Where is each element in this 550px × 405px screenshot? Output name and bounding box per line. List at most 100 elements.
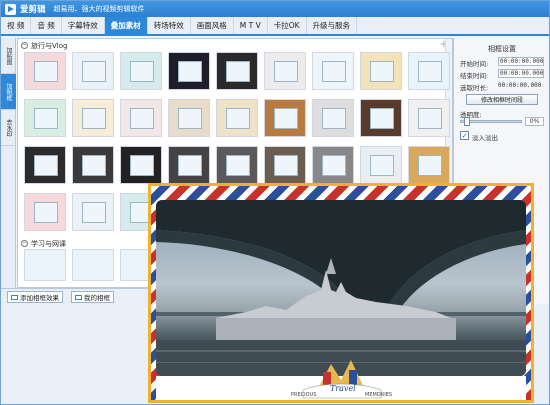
fade-checkbox[interactable]: ✓ (460, 131, 469, 140)
modify-frame-time-button[interactable]: 修改相框时间段 (466, 94, 538, 105)
frame-thumbnail[interactable] (408, 146, 450, 184)
thumbnail-window (34, 202, 58, 223)
thumbnail-window (82, 155, 106, 176)
my-frames-button[interactable]: 我的相框 (71, 291, 114, 303)
frame-thumbnail[interactable] (216, 52, 258, 90)
menu-transitions[interactable]: 转场特效 (148, 17, 191, 34)
start-time-label: 开始时间: (460, 60, 489, 68)
thumbnail-window (418, 61, 442, 82)
thumbnail-window (226, 155, 250, 176)
frame-thumbnail[interactable] (24, 52, 66, 90)
app-logo-icon (5, 3, 16, 15)
title-bar: 爱剪辑 超易用、强大的视频剪辑软件 (1, 1, 549, 17)
frame-thumbnail[interactable] (264, 146, 306, 184)
frame-thumbnail[interactable] (312, 99, 354, 137)
frame-thumbnail[interactable] (120, 52, 162, 90)
frame-thumbnail[interactable] (168, 99, 210, 137)
side-tabs: 加贴图 加相框 去水印 (1, 38, 16, 288)
panel-title: 相框设置 (488, 45, 516, 53)
thumbnail-window (322, 155, 346, 176)
frame-thumbnail[interactable] (360, 99, 402, 137)
thumbnail-window (322, 108, 346, 129)
my-frames-label: 我的相框 (84, 294, 110, 302)
thumbnail-window (82, 108, 106, 129)
add-frame-icon (11, 294, 18, 300)
menu-karaoke[interactable]: 卡拉OK (268, 17, 307, 34)
my-frames-icon (75, 294, 82, 300)
group-title-travel-label: 旅行与Vlog (31, 41, 68, 50)
thumbnail-window (226, 108, 250, 129)
frame-thumbnail[interactable] (216, 146, 258, 184)
main-menu-bar: 视 频 音 频 字幕特效 叠加素材 转场特效 画面风格 M T V 卡拉OK 升… (1, 17, 549, 36)
frame-thumbnail[interactable] (408, 52, 450, 90)
frame-thumbnail[interactable] (168, 52, 210, 90)
sidetab-add-sticker[interactable]: 加贴图 (1, 38, 16, 74)
thumbnail-window (274, 108, 298, 129)
thumbnail-window (370, 61, 394, 82)
menu-video[interactable]: 视 频 (1, 17, 32, 34)
sidetab-add-frame[interactable]: 加相框 (1, 74, 16, 110)
thumbnail-window (82, 202, 106, 223)
sidetab-remove-watermark[interactable]: 去水印 (1, 110, 16, 146)
frame-thumbnail[interactable] (312, 52, 354, 90)
collapse-icon[interactable]: − (21, 240, 28, 247)
end-time-label: 结束时间: (460, 72, 489, 80)
thumbnail-window (322, 61, 346, 82)
thumbnail-window (274, 61, 298, 82)
duration-value: 00:00:00.000 (498, 82, 542, 89)
app-name: 爱剪辑 (20, 5, 46, 15)
thumbnail-window (178, 155, 202, 176)
frame-thumbnail[interactable] (264, 99, 306, 137)
frame-thumbnail[interactable] (264, 52, 306, 90)
add-frame-effect-label: 添加相框效果 (20, 294, 59, 302)
thumbnail-window (82, 61, 106, 82)
group-title-travel: − 旅行与Vlog (21, 40, 67, 51)
thumbnail-window (226, 61, 250, 82)
thumbnail-window (34, 61, 58, 82)
stamp-script: Travel (330, 384, 356, 393)
group-title-study: − 学习与网课 (21, 238, 66, 249)
frame-preview: PRECIOUS Travel MEMORIES (148, 183, 534, 403)
menu-subtitle-effects[interactable]: 字幕特效 (62, 17, 105, 34)
collapse-icon[interactable]: − (21, 42, 28, 49)
end-time-input[interactable]: 00:00:00.000 (498, 69, 544, 78)
frame-thumbnail[interactable] (24, 249, 66, 281)
preview-photo (156, 200, 526, 376)
frame-thumbnail[interactable] (120, 99, 162, 137)
menu-audio[interactable]: 音 频 (31, 17, 62, 34)
menu-picture-style[interactable]: 画面风格 (191, 17, 234, 34)
menu-overlay-materials[interactable]: 叠加素材 (104, 17, 148, 34)
frame-thumbnail[interactable] (72, 99, 114, 137)
frame-thumbnail[interactable] (72, 146, 114, 184)
add-frame-effect-button[interactable]: 添加相框效果 (7, 291, 63, 303)
frame-thumbnail[interactable] (168, 146, 210, 184)
opacity-slider-thumb[interactable] (464, 117, 470, 126)
thumbnail-window (418, 155, 442, 176)
duration-label: 选取时长: (460, 84, 489, 92)
frame-thumbnail[interactable] (24, 146, 66, 184)
frame-thumbnail[interactable] (72, 193, 114, 231)
frame-thumbnail[interactable] (72, 52, 114, 90)
frame-thumbnail[interactable] (24, 193, 66, 231)
stamp-text-left: PRECIOUS (291, 392, 317, 398)
frame-thumbnail[interactable] (408, 99, 450, 137)
frame-thumbnail[interactable] (24, 99, 66, 137)
opacity-value-input[interactable]: 0% (525, 117, 544, 126)
menu-mtv[interactable]: M T V (234, 17, 268, 34)
group-title-study-label: 学习与网课 (31, 239, 66, 248)
frame-thumbnail[interactable] (312, 146, 354, 184)
thumbnail-window (34, 108, 58, 129)
thumbnail-window (34, 155, 58, 176)
frame-thumbnail[interactable] (120, 146, 162, 184)
frame-thumbnail[interactable] (216, 99, 258, 137)
thumbnail-window (130, 155, 154, 176)
thumbnail-window (370, 108, 394, 129)
thumbnail-window (130, 61, 154, 82)
frame-thumbnail[interactable] (72, 249, 114, 281)
frame-thumbnail[interactable] (360, 52, 402, 90)
frame-thumbnail[interactable] (360, 146, 402, 184)
thumbnail-window (274, 155, 298, 176)
stamp-text-right: MEMORIES (365, 392, 393, 398)
menu-upgrade-service[interactable]: 升级与服务 (307, 17, 358, 34)
start-time-input[interactable]: 00:00:00.000 (498, 57, 544, 66)
